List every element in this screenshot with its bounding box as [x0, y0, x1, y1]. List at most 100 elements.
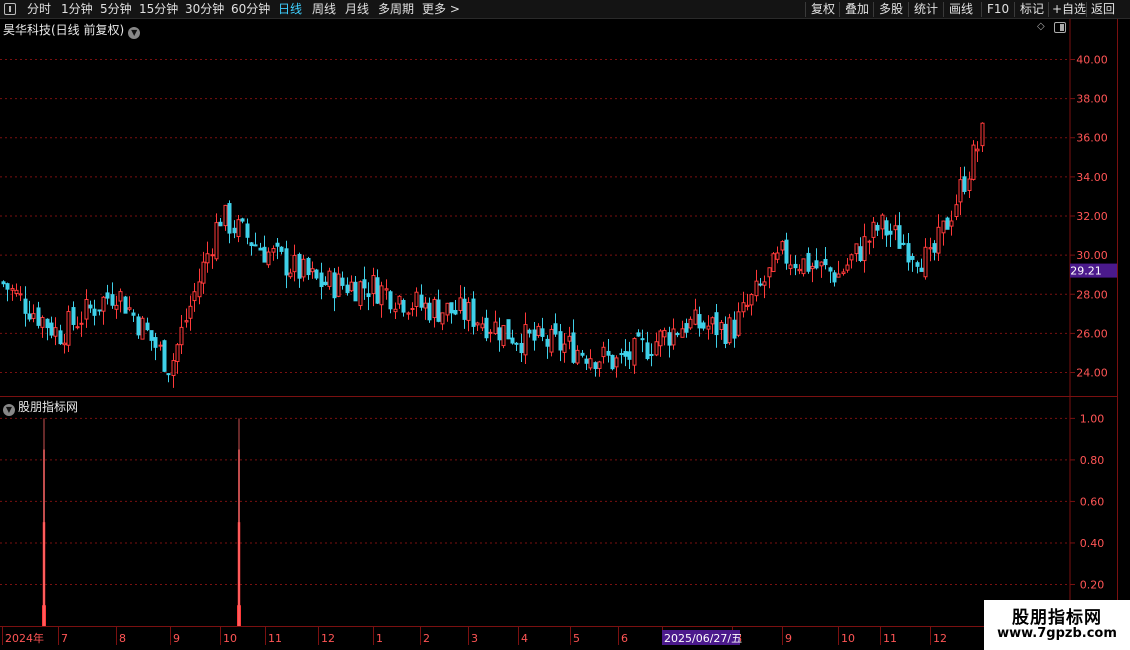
candle-body: [727, 317, 732, 344]
indicator-tick-label: 0.80: [1080, 454, 1105, 467]
candle-body: [275, 242, 280, 247]
candle-body: [627, 351, 632, 360]
candle-body: [797, 268, 802, 272]
time-axis-label: 12: [321, 632, 335, 645]
candle-body: [301, 258, 306, 278]
candle-body: [153, 337, 158, 348]
candle-body: [632, 338, 637, 366]
candle-body: [75, 326, 80, 329]
candle-body: [384, 288, 389, 291]
candle-body: [919, 267, 924, 272]
current-price-label: 29.21: [1070, 265, 1102, 278]
candle-body: [710, 317, 715, 325]
candle-body: [845, 264, 850, 271]
time-axis-label: 3: [471, 632, 478, 645]
candle-body: [906, 243, 911, 263]
candle-body: [928, 247, 933, 250]
candle-body: [114, 304, 119, 310]
time-axis-label: 11: [883, 632, 897, 645]
candle-body: [475, 322, 480, 326]
candle-body: [936, 226, 941, 254]
candle-body: [5, 283, 10, 290]
candle-body: [784, 239, 789, 264]
price-tick-label: 30.00: [1076, 249, 1108, 262]
price-tick-label: 36.00: [1076, 132, 1108, 145]
candle-body: [788, 264, 793, 269]
candle-body: [506, 319, 511, 340]
candle-body: [423, 302, 428, 309]
candle-body: [814, 260, 819, 269]
candle-body: [118, 291, 123, 302]
candle-body: [719, 322, 724, 331]
candle-body: [532, 329, 537, 341]
time-axis-label: 7: [61, 632, 68, 645]
candle-body: [10, 288, 15, 291]
candle-body: [828, 267, 833, 272]
candle-body: [49, 322, 54, 336]
candle-body: [527, 329, 532, 334]
candle-body: [271, 247, 276, 253]
candle-body: [958, 179, 963, 203]
candle-body: [397, 295, 402, 305]
candle-body: [884, 220, 889, 236]
price-tick-label: 28.00: [1076, 288, 1108, 301]
chevron-down-icon[interactable]: ▼: [3, 404, 15, 416]
candle-body: [640, 338, 645, 341]
candle-body: [775, 252, 780, 260]
watermark: 股朋指标网 www.7gpzb.com: [984, 600, 1130, 650]
candle-body: [162, 340, 167, 372]
candle-body: [345, 284, 350, 294]
candle-body: [649, 353, 654, 356]
candle-body: [410, 308, 415, 311]
candle-body: [932, 243, 937, 253]
candle-body: [131, 312, 136, 316]
diamond-icon[interactable]: ◇: [1037, 22, 1047, 32]
candle-body: [110, 294, 115, 306]
time-axis-label: 9: [785, 632, 792, 645]
candle-body: [36, 307, 41, 326]
candle-body: [432, 298, 437, 319]
candle-body: [575, 349, 580, 364]
candle-body: [680, 328, 685, 338]
candle-body: [841, 271, 846, 275]
candle-body: [901, 242, 906, 245]
candle-body: [245, 223, 250, 238]
candle-body: [862, 236, 867, 262]
candle-body: [714, 312, 719, 336]
main-chart-title[interactable]: 昊华科技(日线 前复权) ▼: [3, 21, 141, 39]
candle-body: [836, 273, 841, 278]
candle-body: [684, 323, 689, 333]
chevron-down-icon[interactable]: ▼: [128, 27, 141, 39]
candle-body: [897, 225, 902, 249]
candle-body: [184, 320, 189, 323]
indicator-title[interactable]: ▼ 股朋指标网: [3, 398, 78, 416]
indicator-signal-bar: [43, 418, 45, 626]
candle-body: [671, 328, 676, 346]
candle-body: [584, 358, 589, 364]
candle-body: [810, 265, 815, 270]
candle-body: [393, 308, 398, 313]
candle-body: [497, 327, 502, 341]
candle-body: [658, 330, 663, 347]
candle-body: [706, 325, 711, 330]
indicator-tick-label: 0.20: [1080, 578, 1105, 591]
candle-body: [145, 322, 150, 331]
candle-body: [66, 311, 71, 346]
candle-body: [593, 362, 598, 370]
candle-body: [406, 312, 411, 315]
candle-body: [580, 352, 585, 356]
price-tick-label: 32.00: [1076, 210, 1108, 223]
candle-body: [880, 214, 885, 230]
candle-body: [210, 254, 215, 257]
candle-body: [201, 261, 206, 284]
candle-body: [205, 253, 210, 264]
candle-body: [297, 253, 302, 279]
candle-body: [227, 203, 232, 234]
candle-body: [388, 291, 393, 310]
window-toggle-icon[interactable]: [1054, 22, 1066, 33]
candle-body: [540, 328, 545, 337]
candle-body: [319, 272, 324, 288]
candle-body: [79, 322, 84, 325]
candle-body: [675, 332, 680, 336]
candle-body: [971, 144, 976, 180]
